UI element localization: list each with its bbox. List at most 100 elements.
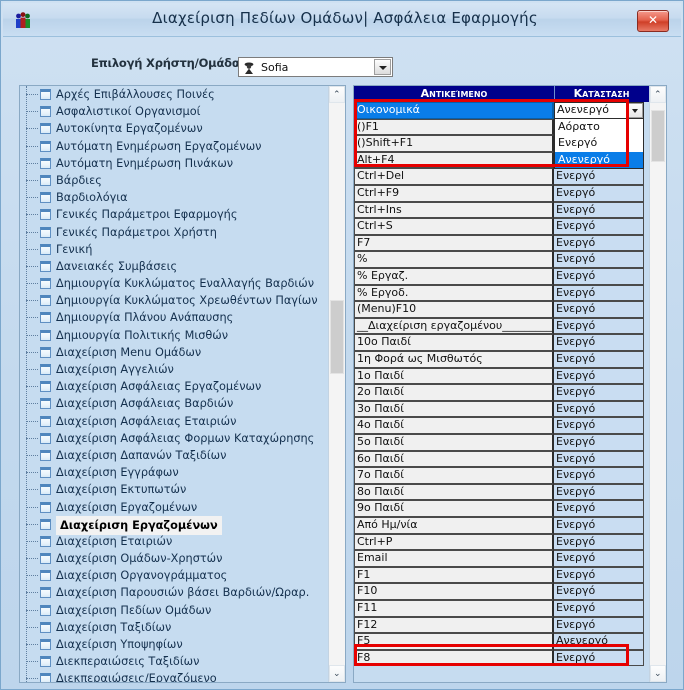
table-row[interactable]: F10 Ενεργό [354, 583, 649, 600]
cell-state[interactable]: Ενεργό [554, 600, 644, 617]
tree-item[interactable]: Βαρδιολόγια [20, 189, 328, 206]
tree-node-icon[interactable] [40, 295, 51, 307]
cell-state[interactable]: Ενεργό [554, 500, 644, 517]
tree-node-icon[interactable] [40, 553, 51, 565]
table-row[interactable]: F12 Ενεργό [354, 616, 649, 634]
cell-object[interactable]: Ctrl+Del [354, 168, 554, 185]
tree-item[interactable]: Διαχείριση Menu Ομάδων [20, 344, 328, 361]
cell-object[interactable]: Ctrl+F9 [354, 185, 554, 202]
cell-state[interactable]: Ενεργό [554, 251, 644, 268]
tree-node-icon[interactable] [40, 312, 51, 324]
tree-node-icon[interactable] [40, 346, 51, 358]
cell-state[interactable]: Ενεργό [554, 201, 644, 219]
tree-node-icon[interactable] [40, 484, 51, 496]
cell-state[interactable]: Ενεργό [554, 467, 644, 484]
dropdown-option[interactable]: Ενεργό [555, 135, 643, 152]
cell-object[interactable]: 2ο Παιδί [354, 384, 554, 401]
tree-node-icon[interactable] [40, 673, 51, 682]
grid-vertical-scrollbar[interactable]: ⌃ ⌄ [649, 86, 666, 682]
cell-object[interactable]: 5ο Παιδί [354, 434, 554, 451]
tree-item[interactable]: Βάρδιες [20, 172, 328, 189]
table-row[interactable]: Ctrl+P Ενεργό [354, 533, 649, 551]
close-button[interactable]: ✕ [637, 10, 669, 32]
user-group-combo[interactable]: Sofia [238, 57, 393, 77]
tree-node-icon[interactable] [40, 398, 51, 410]
tree-item[interactable]: Διαχείριση Δαπανών Ταξιδίων [20, 447, 328, 464]
cell-state[interactable]: Ενεργό [554, 533, 644, 551]
cell-object[interactable]: Ctrl+P [354, 533, 554, 551]
cell-state[interactable]: Ενεργό [554, 234, 644, 252]
cell-object[interactable]: F11 [354, 600, 554, 617]
table-row[interactable]: F11 Ενεργό [354, 600, 649, 617]
cell-object[interactable]: 8ο Παιδί [354, 483, 554, 501]
tree-node-icon[interactable] [40, 174, 51, 186]
tree-item[interactable]: Διαχείριση Εργαζομένων [20, 499, 328, 516]
tree-node-icon[interactable] [40, 329, 51, 341]
state-combo[interactable]: Ανενεργό [554, 102, 644, 119]
tree-vertical-scrollbar[interactable]: ⌃ ⌄ [328, 86, 345, 682]
tree-node-icon[interactable] [40, 518, 51, 530]
cell-object[interactable]: 9ο Παιδί [354, 500, 554, 517]
cell-object[interactable]: Alt+F4 [354, 151, 554, 169]
table-row[interactable]: Από Ημ/νία Ενεργό [354, 517, 649, 534]
state-dropdown-list[interactable]: Αόρατο Ενεργό Ανενεργό [554, 118, 644, 170]
tree-item[interactable]: Αυτόματη Ενημέρωση Πινάκων [20, 155, 328, 172]
tree-item[interactable]: Διαχείριση Οργανογράμματος [20, 567, 328, 584]
column-header-object[interactable]: Αντικείμενο [354, 86, 555, 102]
cell-state[interactable]: Ενεργό [554, 566, 644, 584]
cell-object[interactable]: F7 [354, 234, 554, 252]
scroll-thumb[interactable] [330, 300, 344, 374]
table-row[interactable]: Ctrl+Ins Ενεργό [354, 201, 649, 219]
tree-item[interactable]: Δημιουργία Κυκλώματος Χρεωθέντων Παγίων [20, 292, 328, 309]
cell-state[interactable]: Ενεργό [554, 583, 644, 600]
cell-state[interactable]: Ενεργό [554, 400, 644, 418]
table-row[interactable]: 4ο Παιδί Ενεργό [354, 417, 649, 434]
tree-node-icon[interactable] [40, 243, 51, 255]
tree-item[interactable]: Αυτοκίνητα Εργαζομένων [20, 120, 328, 137]
cell-state[interactable]: Ενεργό [554, 351, 644, 368]
table-row[interactable]: Email Ενεργό [354, 550, 649, 567]
cell-object[interactable]: ()Shift+F1 [354, 135, 554, 152]
tree-node-icon[interactable] [40, 639, 51, 650]
table-row[interactable]: 8ο Παιδί Ενεργό [354, 483, 649, 501]
table-row[interactable]: F1 Ενεργό [354, 566, 649, 584]
table-row[interactable]: Ctrl+S Ενεργό [354, 218, 649, 235]
tree-item[interactable]: Διαχείριση Υποψηφίων [20, 636, 328, 653]
cell-object[interactable]: F10 [354, 583, 554, 600]
tree-item[interactable]: Διαχείριση Εγγράφων [20, 464, 328, 481]
scroll-thumb[interactable] [651, 110, 665, 162]
table-row[interactable]: 10ο Παιδί Ενεργό [354, 334, 649, 351]
cell-object[interactable]: 7ο Παιδί [354, 467, 554, 484]
tree-item[interactable]: Διαχείριση Εργαζομένων [20, 515, 328, 535]
tree-item[interactable]: Ασφαλιστικοί Οργανισμοί [20, 103, 328, 120]
tree-node-icon[interactable] [40, 260, 51, 272]
column-header-state[interactable]: Κατάσταση [554, 86, 649, 102]
cell-object[interactable]: Ctrl+S [354, 218, 554, 235]
cell-state[interactable]: Ενεργό [554, 185, 644, 202]
tree-node-icon[interactable] [40, 123, 51, 135]
dropdown-option[interactable]: Ανενεργό [555, 151, 643, 169]
cell-state[interactable]: Ενεργό [554, 483, 644, 501]
table-row[interactable]: F8 Ενεργό [354, 649, 649, 667]
table-row[interactable]: 1ο Παιδί Ενεργό [354, 367, 649, 385]
tree-item[interactable]: Γενικές Παράμετροι Χρήστη [20, 224, 328, 241]
tree-node-icon[interactable] [40, 381, 51, 393]
tree-node-icon[interactable] [40, 157, 51, 169]
cell-object[interactable]: 4ο Παιδί [354, 417, 554, 434]
scroll-up-button[interactable]: ⌃ [329, 86, 345, 103]
cell-object[interactable]: Ctrl+Ins [354, 201, 554, 219]
tree-item[interactable]: Διαχείριση Ασφάλειας Εργαζομένων [20, 378, 328, 395]
cell-state[interactable]: Ενεργό [554, 367, 644, 385]
table-row[interactable]: F7 Ενεργό [354, 234, 649, 252]
tree-node-icon[interactable] [40, 89, 51, 100]
cell-state[interactable]: Ενεργό [554, 268, 644, 285]
tree-node-icon[interactable] [40, 449, 51, 461]
cell-state[interactable]: Ενεργό [554, 301, 644, 318]
tree-item[interactable]: Διαχείριση Ταξιδίων [20, 619, 328, 636]
cell-object[interactable]: 10ο Παιδί [354, 334, 554, 351]
tree-item[interactable]: Διαχείριση Παρουσιών βάσει Βαρδιών/Ωραρ. [20, 584, 328, 601]
cell-object[interactable]: ()F1 [354, 118, 554, 136]
cell-object[interactable]: 6ο Παιδί [354, 450, 554, 468]
tree-node-icon[interactable] [40, 192, 51, 204]
tree-node-icon[interactable] [40, 278, 51, 290]
